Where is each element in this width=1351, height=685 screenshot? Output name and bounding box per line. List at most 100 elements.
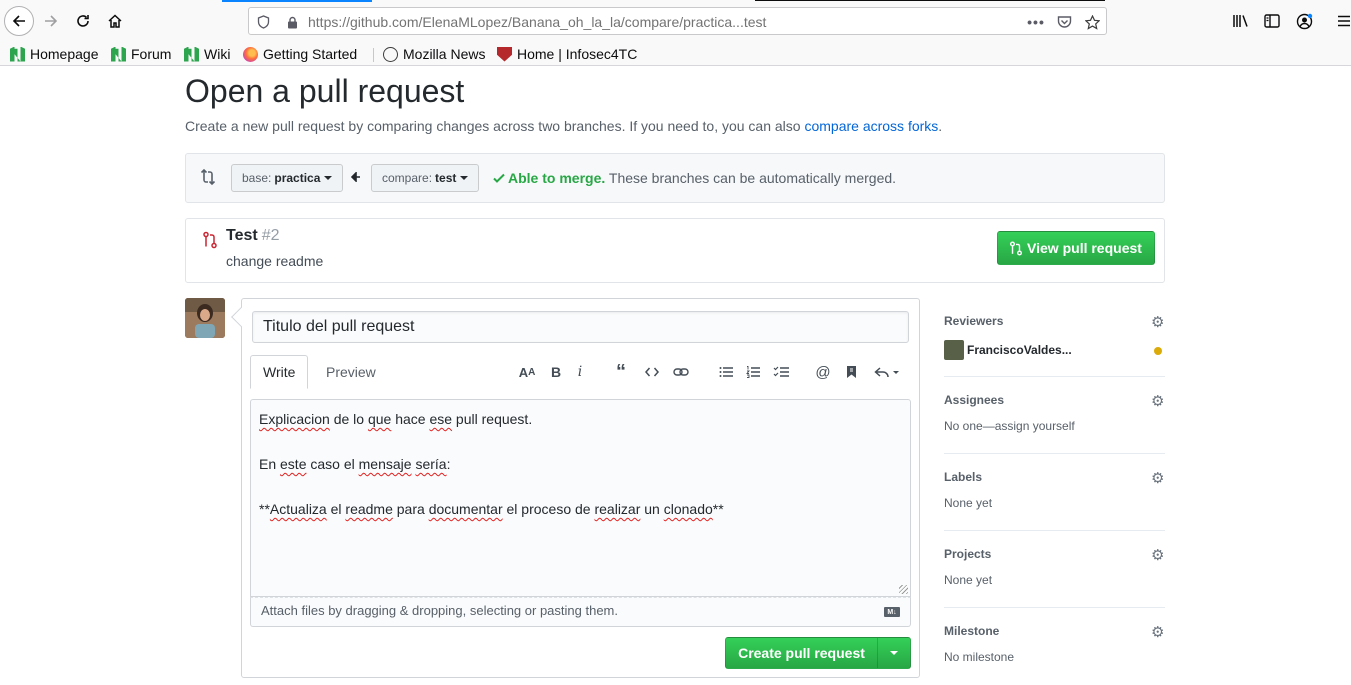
gear-icon[interactable]: ⚙	[1151, 548, 1165, 563]
reload-icon[interactable]	[68, 6, 98, 36]
resize-handle-icon[interactable]	[899, 585, 908, 594]
bulleted-list-icon[interactable]	[715, 361, 737, 383]
bookmark-label: Mozilla News	[403, 46, 486, 62]
quote-icon[interactable]: “	[610, 361, 632, 383]
page-actions-icon[interactable]: •••	[1026, 12, 1046, 32]
body-word: un	[640, 501, 664, 517]
bookmark-infosec4tc[interactable]: Home | Infosec4TC	[497, 45, 637, 63]
body-blank-line	[259, 476, 902, 499]
form-pointer	[231, 307, 251, 327]
gear-icon[interactable]: ⚙	[1151, 394, 1165, 409]
base-label: base:	[242, 171, 272, 185]
gear-icon[interactable]: ⚙	[1151, 625, 1165, 640]
discussion-sidebar: Reviewers ⚙ FranciscoValdes... Assignees…	[944, 298, 1165, 685]
projects-heading: Projects	[944, 547, 992, 561]
active-tab-indicator	[222, 0, 372, 2]
create-pull-request-button[interactable]: Create pull request	[725, 637, 878, 669]
compare-value: test	[435, 171, 457, 185]
menu-icon[interactable]	[1329, 6, 1351, 36]
range-editor: base: practica compare: test Able to mer…	[185, 153, 1165, 203]
pr-title-text[interactable]: Test	[226, 227, 258, 244]
body-word: Actualiza	[269, 501, 327, 517]
body-word: readme	[345, 501, 393, 517]
body-word: **	[259, 501, 270, 517]
tab-border	[755, 0, 1105, 1]
code-icon[interactable]	[641, 361, 663, 383]
library-icon[interactable]	[1225, 6, 1255, 36]
pocket-icon[interactable]	[1054, 12, 1074, 32]
lock-icon[interactable]	[282, 12, 302, 32]
reviewers-heading: Reviewers	[944, 314, 1004, 328]
url-bar[interactable]: https://github.com/ElenaMLopez/Banana_oh…	[248, 7, 1107, 35]
italic-icon[interactable]: i	[569, 361, 591, 383]
sidebar-toggle-icon[interactable]	[1257, 6, 1287, 36]
compare-arrows-icon	[200, 168, 218, 188]
body-line-1: Explicacion de lo que hace ese pull requ…	[259, 408, 902, 431]
editor-tabs: Write Preview AA B i “ @	[250, 355, 911, 389]
file-attach-area[interactable]: Attach files by dragging & dropping, sel…	[250, 597, 911, 627]
labels-heading: Labels	[944, 470, 983, 484]
link-icon[interactable]	[670, 361, 692, 383]
forward-icon[interactable]	[36, 6, 66, 36]
attach-hint: Attach files by dragging & dropping, sel…	[261, 603, 618, 618]
tab-preview[interactable]: Preview	[314, 355, 388, 389]
url-text[interactable]: https://github.com/ElenaMLopez/Banana_oh…	[308, 14, 766, 30]
bookmark-wiki[interactable]: Wiki	[184, 45, 230, 63]
reviewer-item[interactable]: FranciscoValdes...	[944, 340, 1072, 360]
sidebar-reviewers: Reviewers ⚙ FranciscoValdes...	[944, 298, 1165, 377]
bookmark-mozilla-news[interactable]: Mozilla News	[383, 45, 485, 63]
merge-ok-text: Able to merge.	[508, 170, 606, 186]
projects-value: None yet	[944, 573, 993, 587]
pending-review-dot-icon	[1154, 347, 1162, 355]
body-word: ese	[429, 411, 453, 427]
assignees-value[interactable]: No one—assign yourself	[944, 419, 1075, 433]
gear-icon[interactable]: ⚙	[1151, 315, 1165, 330]
bold-icon[interactable]: B	[545, 361, 567, 383]
bookmark-getting-started[interactable]: Getting Started	[243, 45, 357, 63]
sidebar-milestone: Milestone ⚙ No milestone	[944, 608, 1165, 685]
mention-icon[interactable]: @	[812, 361, 834, 383]
bookmark-label: Getting Started	[263, 46, 358, 62]
body-word: mensaje	[358, 456, 412, 472]
markdown-icon[interactable]: M↓	[884, 607, 900, 617]
check-icon	[493, 173, 505, 183]
base-branch-select[interactable]: base: practica	[231, 164, 344, 192]
home-icon[interactable]	[100, 6, 130, 36]
page-content: Open a pull request Create a new pull re…	[0, 67, 1351, 678]
tracking-shield-icon[interactable]	[253, 12, 273, 32]
existing-pr-title[interactable]: Test #2	[226, 227, 280, 245]
pull-request-form: Titulo del pull request Write Preview AA…	[231, 298, 920, 678]
reply-icon[interactable]	[870, 361, 904, 383]
create-options-dropdown[interactable]	[878, 637, 911, 669]
reviewer-name[interactable]: FranciscoValdes...	[967, 343, 1072, 357]
view-pull-request-button[interactable]: View pull request	[997, 231, 1155, 265]
body-line-5: **Actualiza el readme para documentar el…	[259, 498, 902, 521]
bookmark-homepage[interactable]: Homepage	[10, 45, 99, 63]
body-word: para	[392, 501, 429, 517]
compare-forks-link[interactable]: compare across forks	[804, 118, 938, 134]
description-textarea[interactable]: Explicacion de lo que hace ese pull requ…	[250, 399, 911, 597]
bookmark-star-icon[interactable]	[1082, 12, 1102, 32]
saved-reply-icon[interactable]	[840, 361, 862, 383]
compare-branch-select[interactable]: compare: test	[371, 164, 480, 192]
reviewer-avatar	[944, 340, 964, 360]
bookmark-forum[interactable]: Forum	[111, 45, 171, 63]
moodle-icon	[10, 46, 25, 62]
numbered-list-icon[interactable]	[742, 361, 764, 383]
chevron-down-icon	[890, 651, 898, 655]
globe-icon	[383, 46, 398, 62]
back-icon[interactable]	[4, 6, 34, 36]
moodle-icon	[111, 46, 126, 62]
title-input[interactable]: Titulo del pull request	[252, 311, 909, 343]
existing-pull-request: Test #2 change readme View pull request	[185, 218, 1165, 283]
body-word: clonado	[663, 501, 713, 517]
header-icon[interactable]: AA	[516, 361, 538, 383]
assignees-heading: Assignees	[944, 393, 1005, 407]
avatar[interactable]	[185, 298, 225, 338]
subtitle-text: Create a new pull request by comparing c…	[185, 118, 805, 134]
body-word: Explicacion	[259, 411, 330, 427]
gear-icon[interactable]: ⚙	[1151, 471, 1165, 486]
account-icon[interactable]	[1289, 6, 1319, 36]
tab-write[interactable]: Write	[250, 355, 309, 389]
task-list-icon[interactable]	[770, 361, 792, 383]
